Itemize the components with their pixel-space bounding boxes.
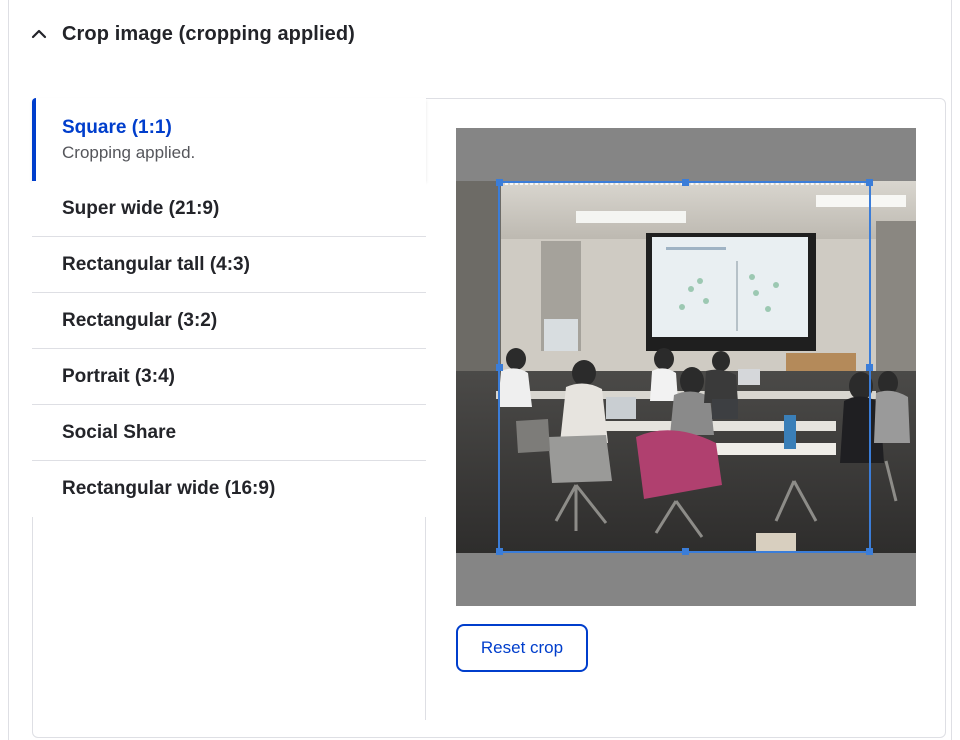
crop-handle-e[interactable] bbox=[866, 364, 873, 371]
crop-details-title: Crop image (cropping applied) bbox=[62, 22, 355, 45]
crop-handle-w[interactable] bbox=[496, 364, 503, 371]
crop-handle-nw[interactable] bbox=[496, 179, 503, 186]
tab-square[interactable]: Square (1:1) Cropping applied. bbox=[32, 98, 426, 181]
tab-label: Portrait (3:4) bbox=[62, 365, 175, 387]
tab-label: Rectangular tall (4:3) bbox=[62, 253, 250, 275]
tab-rectangular[interactable]: Rectangular (3:2) bbox=[32, 293, 426, 349]
tab-label: Social Share bbox=[62, 421, 177, 443]
tab-super-wide[interactable]: Super wide (21:9) bbox=[32, 181, 426, 237]
tab-label: Super wide (21:9) bbox=[62, 197, 220, 219]
crop-type-tabs: Square (1:1) Cropping applied. Super wid… bbox=[32, 98, 426, 517]
tab-rectangular-wide[interactable]: Rectangular wide (16:9) bbox=[32, 461, 426, 517]
tab-label: Rectangular (3:2) bbox=[62, 309, 218, 331]
crop-details-summary[interactable]: Crop image (cropping applied) bbox=[30, 18, 355, 50]
crop-handle-n[interactable] bbox=[681, 179, 689, 186]
crop-handle-sw[interactable] bbox=[496, 548, 503, 555]
crop-handle-ne[interactable] bbox=[866, 179, 873, 186]
tab-label: Square (1:1) bbox=[62, 116, 172, 138]
tab-status: Cropping applied. bbox=[62, 142, 196, 162]
reset-crop-button[interactable]: Reset crop bbox=[456, 624, 588, 672]
tab-social-share[interactable]: Social Share bbox=[32, 405, 426, 461]
tab-label: Rectangular wide (16:9) bbox=[62, 478, 276, 499]
chevron-up-icon bbox=[31, 29, 47, 39]
crop-selection-box[interactable] bbox=[496, 179, 873, 555]
crop-handle-s[interactable] bbox=[681, 548, 689, 555]
crop-handle-se[interactable] bbox=[866, 548, 873, 555]
tab-portrait[interactable]: Portrait (3:4) bbox=[32, 349, 426, 405]
tab-rectangular-tall[interactable]: Rectangular tall (4:3) bbox=[32, 237, 426, 293]
crop-canvas bbox=[456, 128, 916, 606]
